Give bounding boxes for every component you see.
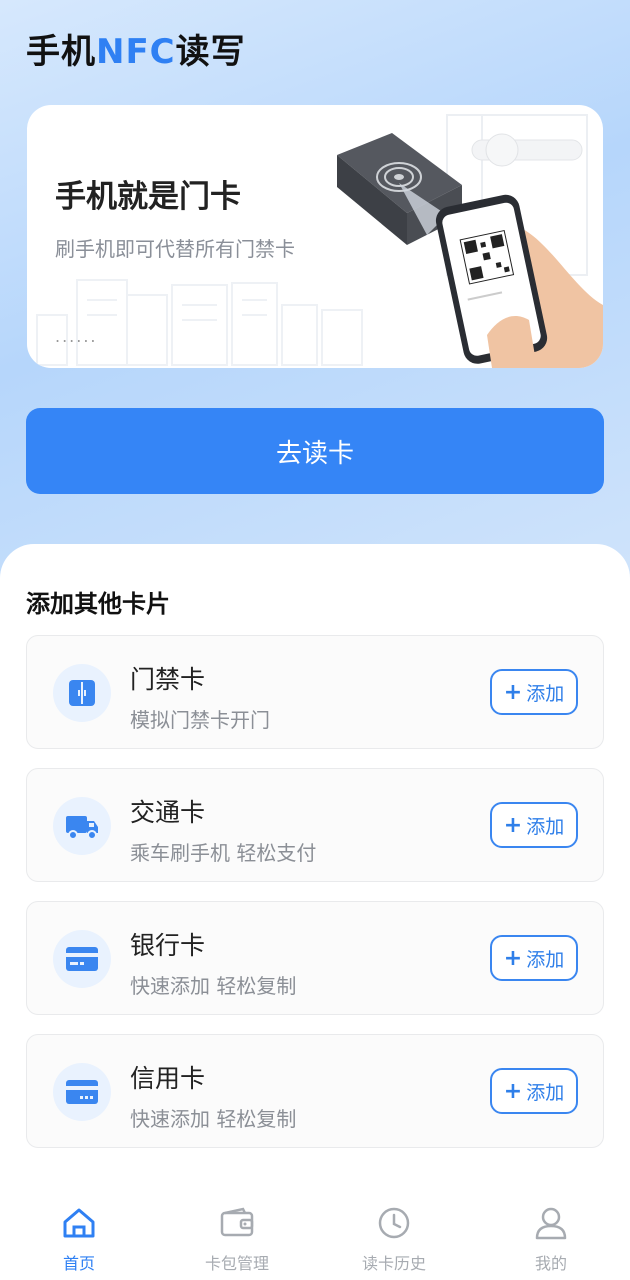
card-name: 门禁卡 (130, 665, 206, 694)
tab-label: 卡包管理 (204, 1254, 269, 1273)
plus-icon: + (503, 812, 523, 838)
card-item-bank[interactable]: 银行卡 快速添加 轻松复制 + 添加 (26, 901, 604, 1015)
card-description: 快速添加 轻松复制 (130, 1107, 297, 1131)
credit-card-icon (53, 1063, 111, 1121)
plus-icon: + (503, 1078, 523, 1104)
title-suffix: 读写 (175, 32, 246, 72)
add-credit-card-button[interactable]: + 添加 (490, 1068, 578, 1114)
tab-history[interactable]: 读卡历史 (334, 1206, 454, 1276)
home-icon (63, 1208, 95, 1238)
tab-label: 首页 (62, 1254, 95, 1273)
title-prefix: 手机 (26, 32, 96, 72)
user-icon (535, 1207, 567, 1240)
add-label: 添加 (526, 948, 565, 971)
add-cards-panel: 添加其他卡片 门禁卡 模拟门禁卡开门 + 添加 交通卡 乘车刷手机 轻松支付 +… (0, 544, 630, 1280)
add-bank-card-button[interactable]: + 添加 (490, 935, 578, 981)
door-icon (53, 664, 111, 722)
tab-home[interactable]: 首页 (19, 1206, 139, 1276)
plus-icon: + (503, 945, 523, 971)
card-name: 交通卡 (130, 798, 206, 827)
read-card-button[interactable]: 去读卡 (26, 408, 604, 494)
add-transit-card-button[interactable]: + 添加 (490, 802, 578, 848)
card-item-transit[interactable]: 交通卡 乘车刷手机 轻松支付 + 添加 (26, 768, 604, 882)
bottom-tab-bar: 首页 卡包管理 读卡历史 我的 (0, 1196, 630, 1280)
tab-label: 我的 (534, 1254, 567, 1273)
add-access-card-button[interactable]: + 添加 (490, 669, 578, 715)
section-title: 添加其他卡片 (26, 590, 170, 618)
tab-profile[interactable]: 我的 (491, 1206, 611, 1276)
wallet-icon (220, 1207, 254, 1237)
add-label: 添加 (526, 815, 565, 838)
tab-label: 读卡历史 (361, 1254, 426, 1273)
card-name: 信用卡 (130, 1064, 206, 1093)
nfc-reader-phone-illustration (337, 133, 603, 368)
card-item-access[interactable]: 门禁卡 模拟门禁卡开门 + 添加 (26, 635, 604, 749)
card-name: 银行卡 (130, 931, 206, 960)
app-title: 手机NFC读写 (26, 24, 246, 73)
banner-dots: ...... (55, 327, 98, 346)
clock-icon (378, 1207, 410, 1239)
title-accent: NFC (96, 32, 176, 72)
truck-icon (53, 797, 111, 855)
plus-icon: + (503, 679, 523, 705)
add-label: 添加 (526, 682, 565, 705)
bank-card-icon (53, 930, 111, 988)
promo-banner[interactable]: 手机就是门卡 刷手机即可代替所有门禁卡 ...... (27, 105, 603, 368)
card-description: 模拟门禁卡开门 (130, 708, 270, 732)
add-label: 添加 (526, 1081, 565, 1104)
banner-subtitle: 刷手机即可代替所有门禁卡 (55, 237, 295, 261)
card-description: 快速添加 轻松复制 (130, 974, 297, 998)
tab-wallet[interactable]: 卡包管理 (177, 1206, 297, 1276)
card-description: 乘车刷手机 轻松支付 (130, 841, 317, 865)
card-item-credit[interactable]: 信用卡 快速添加 轻松复制 + 添加 (26, 1034, 604, 1148)
banner-title: 手机就是门卡 (55, 179, 241, 215)
